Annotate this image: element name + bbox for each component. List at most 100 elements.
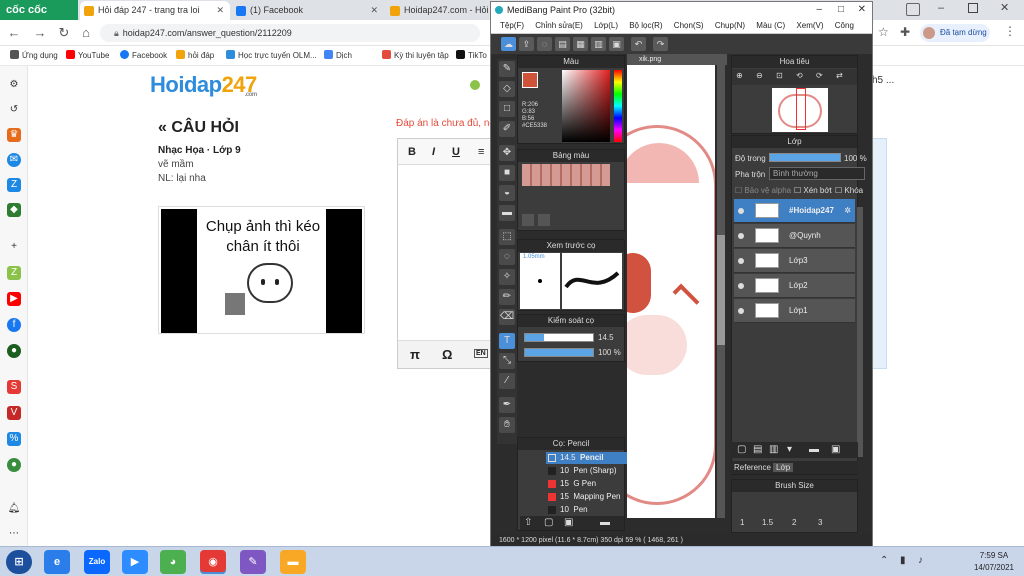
bell-icon[interactable]: 🔔︎ [7, 502, 21, 516]
add-icon[interactable]: + [7, 240, 21, 254]
facebook-icon[interactable]: f [7, 318, 21, 332]
layer-scrollbar[interactable] [857, 207, 863, 457]
shop-icon[interactable]: S [7, 380, 21, 394]
coccoc-icon[interactable]: ◕ [160, 550, 186, 574]
menu-select[interactable]: Chọn(S) [674, 21, 704, 30]
dropper-tool-icon[interactable]: ⁄ [499, 373, 515, 389]
size-slider[interactable] [524, 333, 594, 342]
hue-slider[interactable] [614, 70, 622, 142]
clip-checkbox[interactable]: ☐ Xén bớt [794, 186, 832, 195]
medibang-taskbar-icon[interactable]: ◉ [200, 550, 226, 574]
maximize-icon[interactable]: □ [838, 2, 844, 18]
bookmark-item[interactable]: YouTube [66, 50, 109, 60]
spotify-icon[interactable]: ● [7, 344, 21, 358]
color-picker-square[interactable] [562, 70, 610, 142]
pen-tool-icon[interactable]: ✐ [499, 121, 515, 137]
bookmark-item[interactable]: Ứng dụng [10, 50, 58, 60]
new-halftone-layer-icon[interactable]: ▤ [753, 444, 762, 455]
align-icon[interactable]: ≡ [478, 146, 484, 158]
url-input[interactable]: 🔒︎ hoidap247.com/answer_question/2112209 [100, 24, 480, 42]
visibility-icon[interactable] [738, 308, 744, 314]
ie-icon[interactable]: e [44, 550, 70, 574]
info-icon[interactable] [470, 80, 480, 90]
more-icon[interactable]: ⋯ [7, 527, 21, 541]
lock-checkbox[interactable]: ☐ Khóa [835, 186, 863, 195]
color-swatch-grid[interactable] [522, 164, 610, 186]
operation-tool-icon[interactable]: ⤡ [499, 353, 515, 369]
share-icon[interactable]: ⇪ [519, 37, 534, 51]
hand-tool-icon[interactable]: ✋︎ [499, 417, 515, 433]
eyedropper-icon[interactable]: ✒ [499, 397, 515, 413]
grid-icon[interactable]: ▦ [573, 37, 588, 51]
question-image[interactable]: Chụp ảnh thì kéo chân ít thôi [158, 206, 365, 334]
tab-search-icon[interactable] [906, 3, 920, 16]
menu-snap[interactable]: Chụp(N) [715, 21, 745, 30]
z-app-icon[interactable]: Z [7, 266, 21, 280]
messenger-icon[interactable]: ✉ [7, 153, 21, 167]
foreground-color-swatch[interactable] [522, 72, 538, 88]
delete-swatch-icon[interactable] [538, 214, 550, 226]
volume-icon[interactable]: ♪ [918, 555, 923, 566]
bookmark-item[interactable]: Facebook [120, 50, 167, 60]
minimize-icon[interactable]: – [938, 2, 944, 14]
zoom-fit-icon[interactable]: ⊡ [776, 71, 783, 80]
tab-reference[interactable]: Reference [734, 463, 771, 472]
brush-settings-icon[interactable]: ▣ [564, 517, 573, 528]
minimize-icon[interactable]: – [816, 2, 822, 18]
visibility-icon[interactable] [738, 208, 744, 214]
menu-layer[interactable]: Lớp(L) [594, 21, 618, 30]
zoom-in-icon[interactable]: ⊕ [736, 71, 743, 80]
rect-tool-icon[interactable]: □ [499, 101, 515, 117]
brush-size-option[interactable]: 1 [740, 518, 744, 527]
vtv-icon[interactable]: V [7, 406, 21, 420]
opacity-slider[interactable] [524, 348, 594, 357]
cloud-icon[interactable]: ☁ [501, 37, 516, 51]
layer-item[interactable]: Lớp2 [734, 274, 855, 298]
start-button[interactable]: ⊞ [6, 550, 32, 574]
visibility-icon[interactable] [738, 233, 744, 239]
maximize-icon[interactable] [968, 3, 978, 13]
bold-button[interactable]: B [408, 146, 416, 158]
layer-item[interactable]: @Quynh [734, 224, 855, 248]
select-tool-icon[interactable]: ⬚ [499, 229, 515, 245]
underline-button[interactable]: U [452, 146, 460, 158]
history-icon[interactable]: ↺ [7, 103, 21, 117]
brush-size-option[interactable]: 1.5 [762, 518, 773, 527]
profile-button[interactable]: Đã tạm dừng [920, 24, 990, 42]
language-button[interactable]: EN [474, 349, 488, 358]
menu-icon[interactable]: ⋮ [1004, 24, 1016, 38]
close-tab-icon[interactable]: ✕ [216, 1, 224, 20]
menu-view[interactable]: Xem(V) [796, 21, 823, 30]
menu-edit[interactable]: Chỉnh sửa(E) [535, 21, 583, 30]
zoom-out-icon[interactable]: ⊖ [756, 71, 763, 80]
pi-button[interactable]: π [410, 347, 420, 362]
paint-icon[interactable]: ✎ [240, 550, 266, 574]
game-icon[interactable]: ◆ [7, 203, 21, 217]
blend-select[interactable]: Bình thường [769, 167, 865, 180]
italic-button[interactable]: I [432, 146, 435, 158]
layer-item[interactable]: Lớp1 [734, 299, 855, 323]
page-icon[interactable]: ▥ [591, 37, 606, 51]
site-logo[interactable]: Hoidap247 .com [150, 72, 257, 98]
folder-icon[interactable]: ▬ [809, 444, 819, 455]
zalo-icon[interactable]: Z [7, 178, 21, 192]
redo-icon[interactable]: ↷ [653, 37, 668, 51]
tab-hoidap[interactable]: Hỏi đáp 247 - trang tra loi ✕ [80, 1, 230, 20]
panel-icon[interactable]: ▤ [555, 37, 570, 51]
canvas-vscroll[interactable] [717, 65, 725, 518]
brush-size-option[interactable]: 2 [792, 518, 796, 527]
rotate-right-icon[interactable]: ⟳ [816, 71, 823, 80]
answer-editor[interactable]: B I U ≡ π Ω EN [397, 138, 493, 369]
new-brush-icon[interactable]: ▢ [544, 517, 553, 528]
turtle-icon[interactable]: ● [7, 458, 21, 472]
youtube-icon[interactable]: ▶ [7, 292, 21, 306]
folder-icon[interactable]: ▬ [600, 517, 610, 528]
navigator-thumbnail[interactable] [772, 88, 828, 132]
menu-filter[interactable]: Bộ lọc(R) [629, 21, 662, 30]
visibility-icon[interactable] [738, 283, 744, 289]
sale-icon[interactable]: % [7, 432, 21, 446]
browser-brand[interactable]: cốc cốc [0, 0, 78, 20]
network-icon[interactable]: ▮ [900, 555, 906, 566]
rotate-left-icon[interactable]: ⟲ [796, 71, 803, 80]
back-icon[interactable]: ← [6, 25, 22, 40]
